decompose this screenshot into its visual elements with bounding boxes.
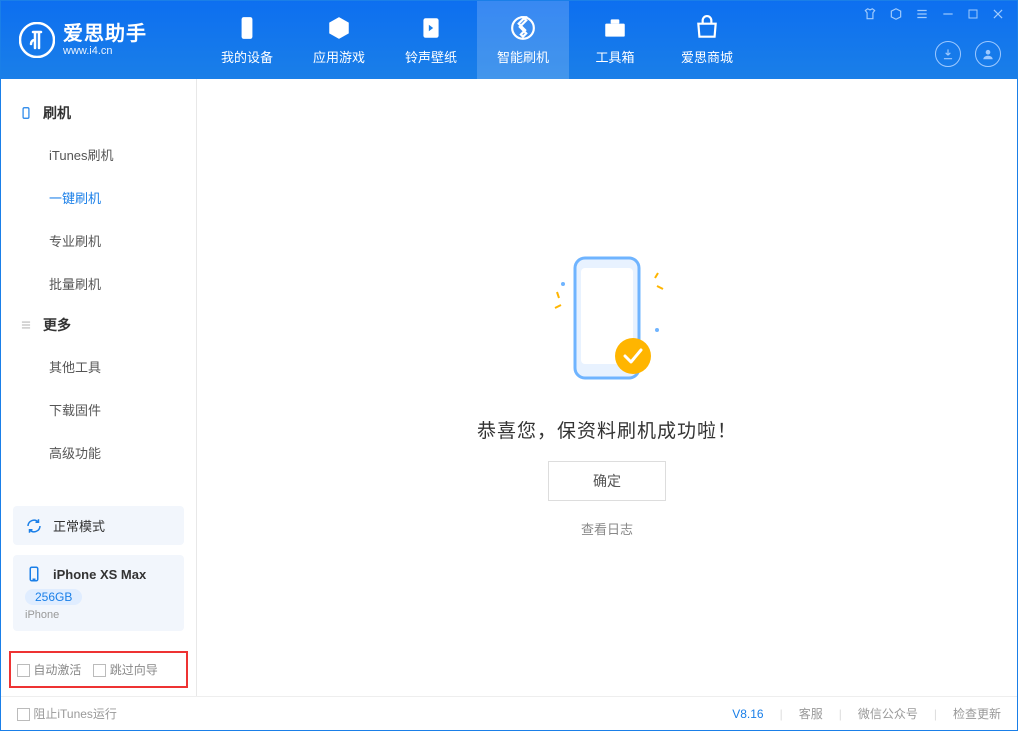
sidebar-item-pro-flash[interactable]: 专业刷机 [1,219,196,262]
device-phone-icon [25,565,43,583]
minimize-icon[interactable] [941,7,955,21]
sidebar: 刷机 iTunes刷机 一键刷机 专业刷机 批量刷机 更多 其他工具 下载固件 … [1,79,197,696]
nav-toolbox[interactable]: 工具箱 [569,1,661,79]
block-itunes-checkbox[interactable]: 阻止iTunes运行 [17,705,117,722]
app-header: 爱思助手 www.i4.cn 我的设备 应用游戏 铃声壁纸 智能刷机 工具箱 爱… [1,1,1017,79]
list-icon [19,318,33,332]
device-info-card[interactable]: iPhone XS Max 256GB iPhone [13,555,184,631]
success-illustration [537,238,677,398]
nav-apps-games[interactable]: 应用游戏 [293,1,385,79]
top-nav: 我的设备 应用游戏 铃声壁纸 智能刷机 工具箱 爱思商城 [201,1,753,79]
device-mode-label: 正常模式 [53,516,105,535]
nav-ringtone-wallpaper[interactable]: 铃声壁纸 [385,1,477,79]
version-label: V8.16 [732,707,763,721]
nav-my-device[interactable]: 我的设备 [201,1,293,79]
status-bar: 阻止iTunes运行 V8.16 | 客服 | 微信公众号 | 检查更新 [1,696,1017,730]
phone-icon [19,106,33,120]
sidebar-item-batch-flash[interactable]: 批量刷机 [1,262,196,305]
sidebar-options-highlight: 自动激活 跳过向导 [9,651,188,688]
close-icon[interactable] [991,7,1005,21]
app-name: 爱思助手 [63,23,147,45]
box-icon[interactable] [889,7,903,21]
window-controls [863,7,1005,21]
footer-link-wechat[interactable]: 微信公众号 [858,705,918,722]
shirt-icon[interactable] [863,7,877,21]
device-storage-badge: 256GB [25,589,82,605]
device-mode-card[interactable]: 正常模式 [13,506,184,545]
success-message: 恭喜您，保资料刷机成功啦！ [477,416,737,443]
maximize-icon[interactable] [967,8,979,20]
sidebar-section-more: 更多 [1,305,196,345]
app-logo-block: 爱思助手 www.i4.cn [1,22,201,58]
sidebar-item-onekey-flash[interactable]: 一键刷机 [1,176,196,219]
auto-activate-checkbox[interactable]: 自动激活 [17,661,81,678]
menu-icon[interactable] [915,7,929,21]
footer-link-update[interactable]: 检查更新 [953,705,1001,722]
nav-smart-flash[interactable]: 智能刷机 [477,1,569,79]
sidebar-item-download-firmware[interactable]: 下载固件 [1,388,196,431]
ok-button[interactable]: 确定 [548,461,666,501]
app-url: www.i4.cn [63,45,147,57]
footer-link-support[interactable]: 客服 [799,705,823,722]
sidebar-item-itunes-flash[interactable]: iTunes刷机 [1,133,196,176]
refresh-icon [25,517,43,535]
account-button[interactable] [975,41,1001,67]
app-logo-icon [19,22,55,58]
nav-store[interactable]: 爱思商城 [661,1,753,79]
device-name: iPhone XS Max [53,567,146,582]
device-type: iPhone [25,609,59,621]
view-log-link[interactable]: 查看日志 [581,519,633,538]
download-button[interactable] [935,41,961,67]
sidebar-section-flash: 刷机 [1,93,196,133]
main-content: 恭喜您，保资料刷机成功啦！ 确定 查看日志 [197,79,1017,696]
sidebar-item-advanced[interactable]: 高级功能 [1,431,196,474]
sidebar-item-other-tools[interactable]: 其他工具 [1,345,196,388]
skip-guide-checkbox[interactable]: 跳过向导 [93,661,157,678]
